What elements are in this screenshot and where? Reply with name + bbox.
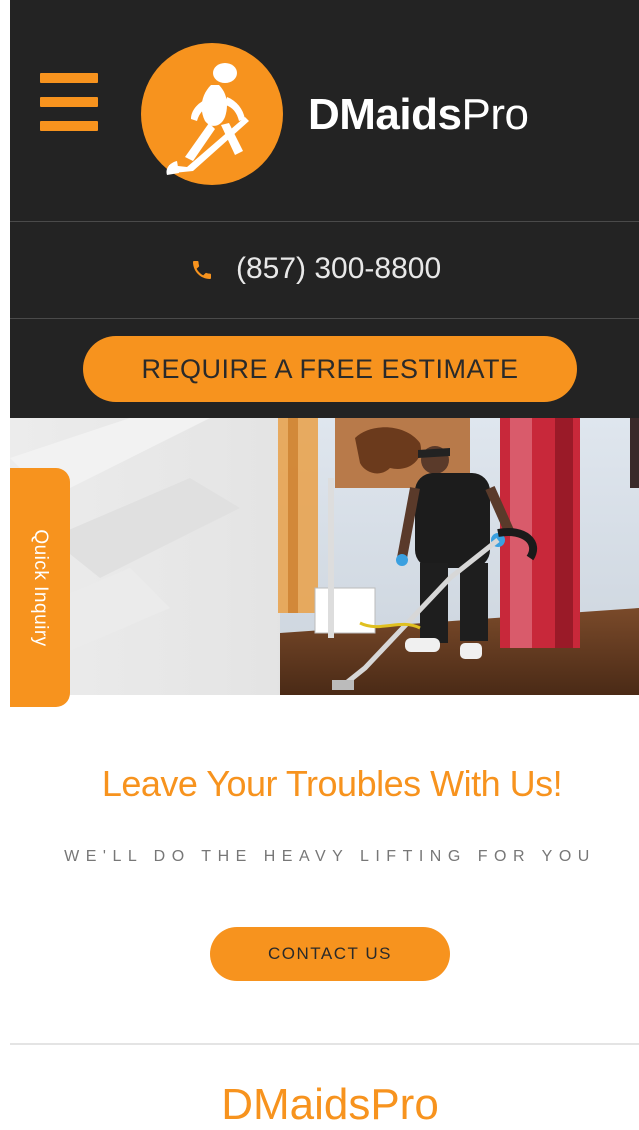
free-estimate-button[interactable]: REQUIRE A FREE ESTIMATE	[83, 336, 577, 402]
hamburger-menu-icon[interactable]	[40, 73, 98, 131]
brand-name-light: Pro	[461, 90, 529, 139]
brand-logo-text[interactable]: DMaidsPro	[308, 90, 529, 140]
hero-image	[10, 418, 639, 695]
phone-icon	[193, 261, 211, 279]
section-divider	[10, 1043, 639, 1045]
hero-headline: Leave Your Troubles With Us!	[101, 763, 563, 804]
cleaner-vacuum-logo-icon[interactable]	[141, 43, 283, 185]
hero-subheadline: WE'LL DO THE HEAVY LIFTING FOR YOU	[64, 848, 596, 865]
phone-number-link[interactable]: (857) 300-8800	[236, 252, 441, 286]
header-divider-2	[10, 318, 639, 319]
quick-inquiry-label: Quick Inquiry	[30, 528, 51, 647]
contact-us-button[interactable]: CONTACT US	[210, 927, 450, 981]
phone-row: (857) 300-8800	[10, 222, 639, 318]
quick-inquiry-tab[interactable]: Quick Inquiry	[10, 468, 70, 707]
footer-brand-title: DMaidsPro	[221, 1080, 439, 1129]
site-header: DMaidsPro (857) 300-8800 REQUIRE A FREE …	[10, 0, 639, 418]
brand-name-bold: DMaids	[308, 90, 462, 139]
